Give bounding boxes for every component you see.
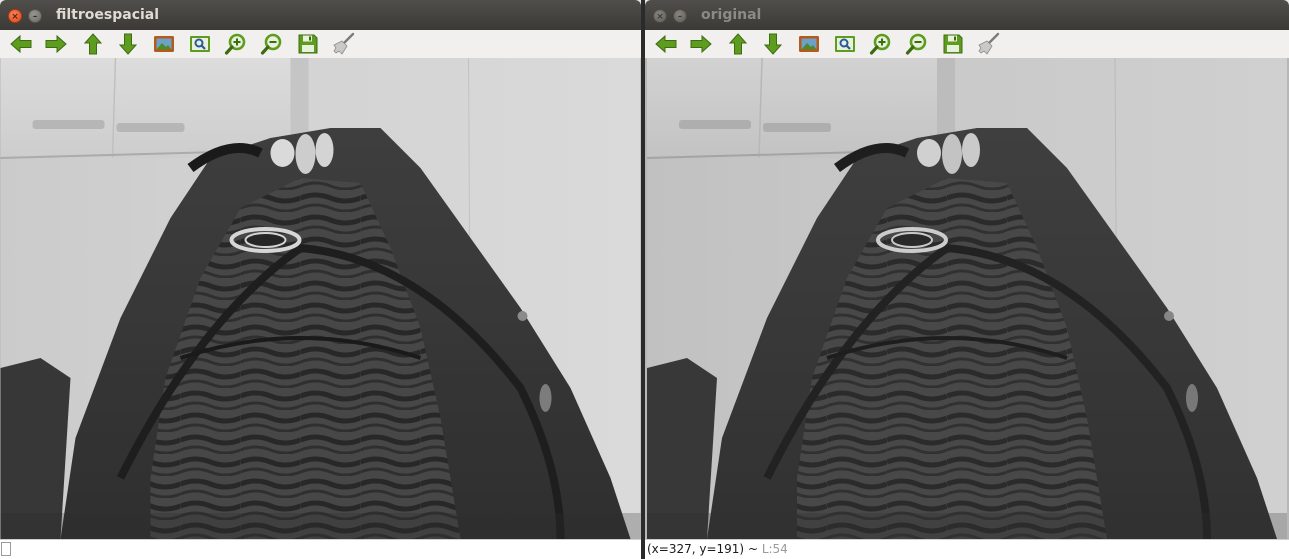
zoom-out-button[interactable] xyxy=(259,32,285,56)
minimize-icon: – xyxy=(32,12,38,22)
pan-down-button[interactable] xyxy=(760,32,786,56)
window-filtroespacial: × – filtroespacial xyxy=(0,0,641,559)
zoom-fit-icon xyxy=(833,32,857,56)
save-button[interactable] xyxy=(295,32,321,56)
pan-down-button[interactable] xyxy=(115,32,141,56)
zoom-in-button[interactable] xyxy=(868,32,894,56)
image-canvas[interactable] xyxy=(0,58,641,539)
zoom-fit-icon xyxy=(188,32,212,56)
cursor-readout: (x=327, y=191) ~ L:54 xyxy=(647,542,788,556)
minimize-button[interactable]: – xyxy=(673,9,687,23)
arrow-right-icon xyxy=(689,32,713,56)
luminance-value: L:54 xyxy=(761,542,788,556)
pixel-coordinates: (x=327, y=191) xyxy=(647,542,745,556)
close-icon: × xyxy=(11,12,19,22)
title-bar[interactable]: × – filtroespacial xyxy=(0,0,641,30)
zoom-fit-button[interactable] xyxy=(187,32,213,56)
brush-icon xyxy=(332,32,356,56)
arrow-left-icon xyxy=(654,32,678,56)
pan-left-button[interactable] xyxy=(8,32,34,56)
brush-icon xyxy=(977,32,1001,56)
save-icon xyxy=(941,32,965,56)
save-icon xyxy=(296,32,320,56)
close-icon: × xyxy=(656,12,664,22)
save-button[interactable] xyxy=(940,32,966,56)
pan-right-button[interactable] xyxy=(43,32,69,56)
pan-up-button[interactable] xyxy=(80,32,106,56)
arrow-up-icon xyxy=(726,32,750,56)
status-indicator xyxy=(1,542,11,556)
toolbar xyxy=(0,30,641,59)
close-button[interactable]: × xyxy=(653,9,667,23)
zoom-out-icon xyxy=(260,32,284,56)
arrow-down-icon xyxy=(116,32,140,56)
minimize-button[interactable]: – xyxy=(28,9,42,23)
arrow-down-icon xyxy=(761,32,785,56)
arrow-right-icon xyxy=(44,32,68,56)
zoom-in-icon xyxy=(224,32,248,56)
status-bar xyxy=(0,539,641,559)
properties-button[interactable] xyxy=(331,32,357,56)
arrow-left-icon xyxy=(9,32,33,56)
zoom-in-icon xyxy=(869,32,893,56)
window-title: original xyxy=(701,7,762,23)
image-canvas[interactable] xyxy=(645,58,1289,539)
camera-frame-image xyxy=(0,58,641,539)
zoom-out-icon xyxy=(905,32,929,56)
readout-separator: ~ xyxy=(744,542,762,556)
image-icon xyxy=(797,32,821,56)
window-original: × – original (x=327, y=191) ~ L:54 xyxy=(645,0,1289,559)
minimize-icon: – xyxy=(677,12,683,22)
close-button[interactable]: × xyxy=(8,9,22,23)
status-bar: (x=327, y=191) ~ L:54 xyxy=(645,539,1289,559)
zoom-out-button[interactable] xyxy=(904,32,930,56)
camera-frame-image xyxy=(645,58,1289,539)
toolbar xyxy=(645,30,1289,59)
pan-right-button[interactable] xyxy=(688,32,714,56)
pan-up-button[interactable] xyxy=(725,32,751,56)
properties-button[interactable] xyxy=(976,32,1002,56)
zoom-original-button[interactable] xyxy=(796,32,822,56)
image-icon xyxy=(152,32,176,56)
arrow-up-icon xyxy=(81,32,105,56)
title-bar[interactable]: × – original xyxy=(645,0,1289,30)
zoom-in-button[interactable] xyxy=(223,32,249,56)
zoom-original-button[interactable] xyxy=(151,32,177,56)
zoom-fit-button[interactable] xyxy=(832,32,858,56)
pan-left-button[interactable] xyxy=(653,32,679,56)
window-title: filtroespacial xyxy=(56,7,160,23)
